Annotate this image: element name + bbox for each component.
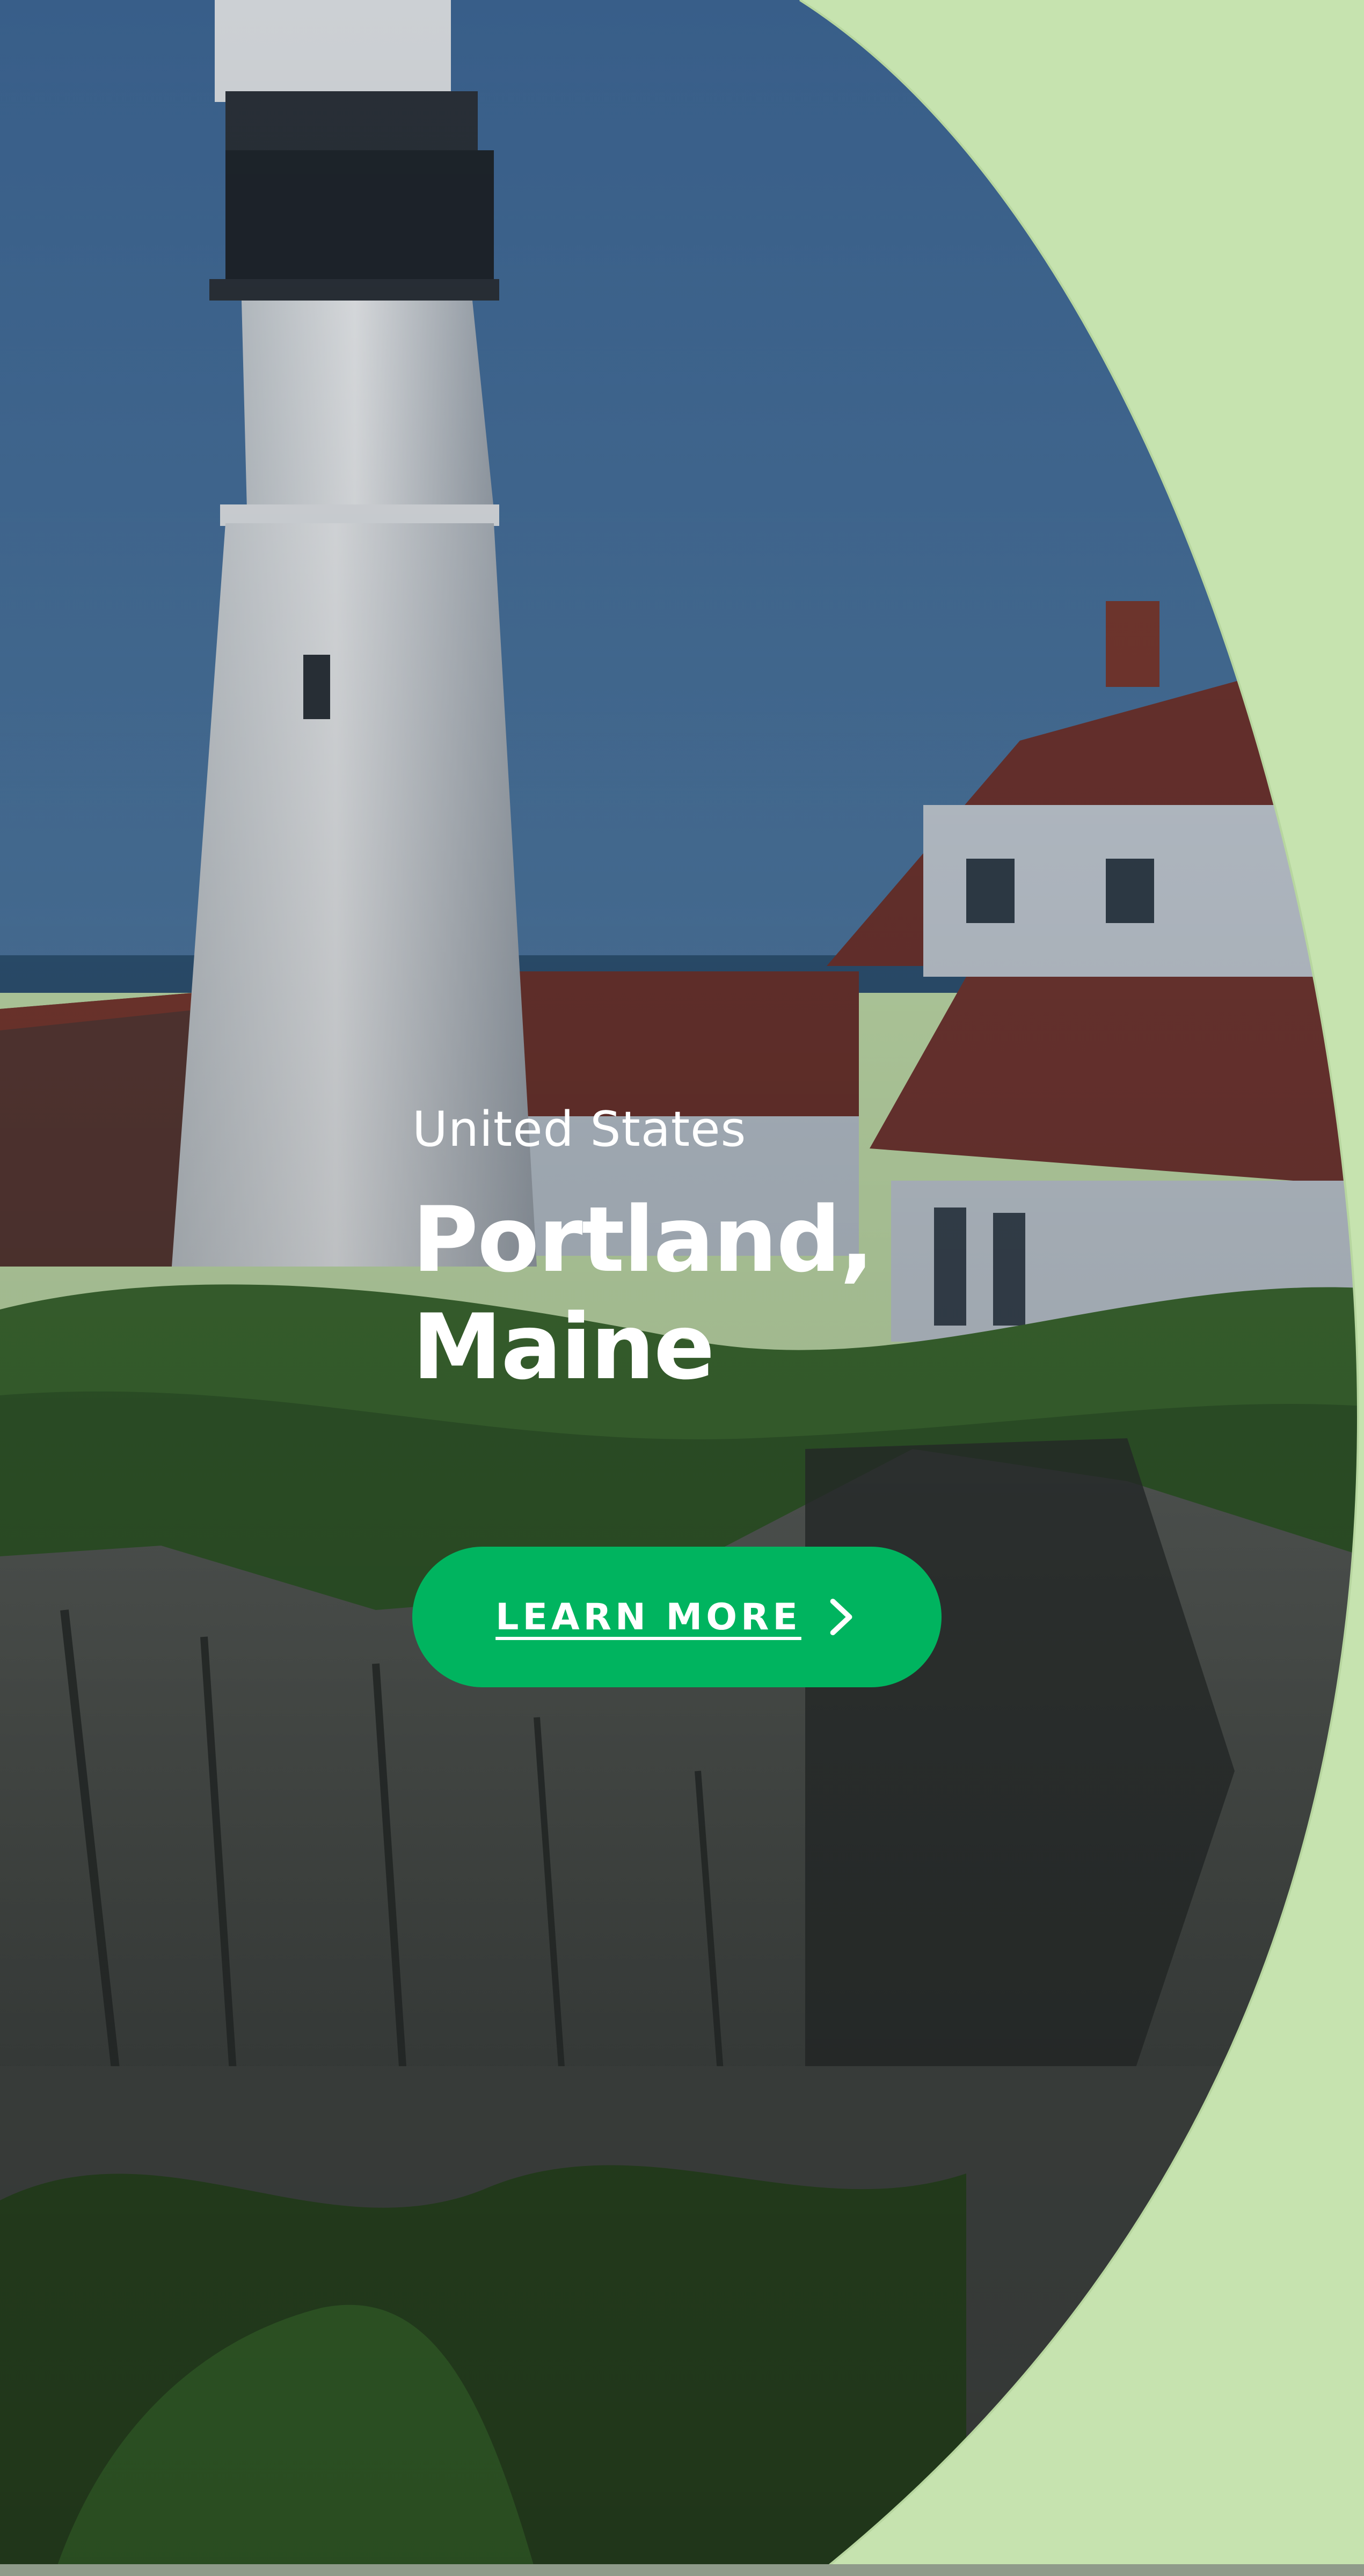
location-title-line2: Maine bbox=[412, 1294, 715, 1400]
location-country: United States bbox=[412, 1101, 747, 1158]
bottom-divider bbox=[0, 2564, 1364, 2576]
hero-section: United States Portland, Maine LEARN MORE bbox=[0, 0, 1364, 2576]
chevron-right-icon bbox=[830, 1598, 852, 1636]
learn-more-label: LEARN MORE bbox=[495, 1596, 801, 1638]
location-title: Portland, Maine bbox=[412, 1186, 1056, 1401]
hero-copy: United States Portland, Maine bbox=[412, 1106, 1056, 1401]
learn-more-button[interactable]: LEARN MORE bbox=[412, 1547, 942, 1687]
location-title-line1: Portland, bbox=[412, 1187, 874, 1292]
